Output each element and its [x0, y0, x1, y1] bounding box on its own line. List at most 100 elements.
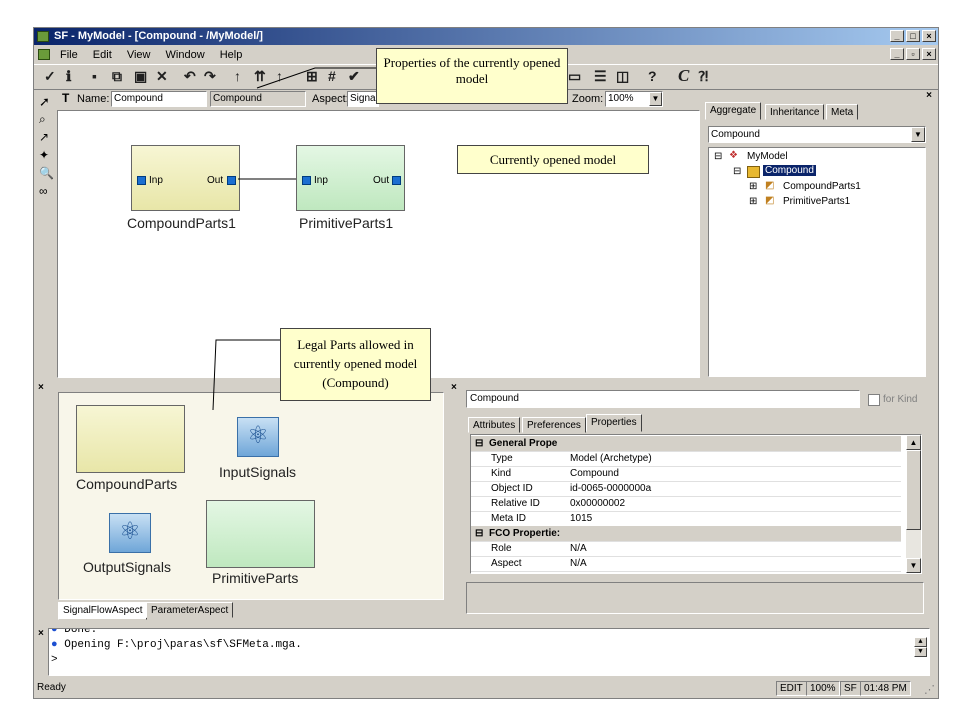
- resize-grip-icon[interactable]: ⋰: [924, 680, 935, 700]
- input-port-icon[interactable]: [302, 176, 311, 185]
- tab-aggregate[interactable]: Aggregate: [705, 102, 762, 120]
- inspector-name-field[interactable]: Compound: [466, 390, 860, 408]
- undo-icon[interactable]: ↶: [184, 68, 196, 85]
- doc-close-button[interactable]: ×: [922, 48, 936, 60]
- property-key: Role: [491, 543, 512, 554]
- close-icon[interactable]: ×: [38, 382, 44, 393]
- tab-meta[interactable]: Meta: [826, 104, 859, 120]
- menu-window[interactable]: Window: [166, 49, 205, 61]
- spin-up-icon[interactable]: ▲: [914, 637, 927, 647]
- browser-panel: × Aggregate Inheritance Meta Compound ▼ …: [702, 90, 936, 380]
- aspect-select[interactable]: Signa: [347, 91, 379, 107]
- property-row[interactable]: Type Model (Archetype): [471, 451, 901, 467]
- kind-field: Compound: [210, 91, 306, 107]
- name-input[interactable]: Compound: [111, 91, 207, 107]
- connect-icon[interactable]: ↗: [39, 130, 49, 144]
- tree-expander-icon[interactable]: ⊟: [714, 151, 722, 162]
- callout-leader-properties: [256, 67, 377, 89]
- model-box-primitiveparts1[interactable]: Inp Out: [296, 145, 405, 211]
- property-row[interactable]: Object ID id-0065-0000000a: [471, 481, 901, 497]
- tree-item-primitiveparts1[interactable]: PrimitiveParts1: [783, 196, 850, 207]
- input-port-icon[interactable]: [137, 176, 146, 185]
- for-kind-checkbox[interactable]: [868, 394, 880, 406]
- chevron-down-icon[interactable]: ▼: [911, 127, 925, 142]
- console-prompt[interactable]: >: [51, 654, 58, 666]
- maximize-button[interactable]: □: [906, 30, 920, 42]
- property-key: Relative ID: [491, 498, 540, 509]
- property-row[interactable]: Meta ID 1015: [471, 511, 901, 527]
- c-icon[interactable]: C: [678, 66, 689, 86]
- layout-icon[interactable]: ▭: [568, 68, 581, 85]
- property-row[interactable]: Relative ID 0x00000002: [471, 496, 901, 512]
- help-icon[interactable]: ?: [648, 68, 657, 84]
- menu-view[interactable]: View: [127, 49, 151, 61]
- pointer-icon[interactable]: ➚: [39, 94, 50, 110]
- visualize-icon[interactable]: ∞: [39, 184, 48, 198]
- tab-signalflowaspect[interactable]: SignalFlowAspect: [58, 602, 148, 620]
- set-mode-icon[interactable]: ✦: [39, 148, 49, 162]
- part-primitiveparts[interactable]: [206, 500, 315, 568]
- property-key: Aspect: [491, 558, 522, 569]
- zoom-icon[interactable]: 🔍: [39, 166, 54, 180]
- redo-icon[interactable]: ↷: [204, 68, 216, 85]
- tab-parameteraspect[interactable]: ParameterAspect: [146, 602, 234, 618]
- close-button[interactable]: ×: [922, 30, 936, 42]
- minimize-button[interactable]: _: [890, 30, 904, 42]
- zoom-select[interactable]: 100% ▼: [605, 91, 663, 107]
- scroll-down-icon[interactable]: ▼: [906, 558, 921, 573]
- doc-minimize-button[interactable]: _: [890, 48, 904, 60]
- close-icon[interactable]: ×: [38, 628, 44, 639]
- tile-v-icon[interactable]: ◫: [616, 68, 629, 85]
- title-bar[interactable]: SF - MyModel - [Compound - /MyModel/] _ …: [34, 28, 938, 45]
- output-port-icon[interactable]: [227, 176, 236, 185]
- save-icon[interactable]: ▪: [92, 68, 97, 84]
- tree-item-compound[interactable]: Compound: [763, 165, 816, 176]
- browser-combo[interactable]: Compound ▼: [708, 126, 926, 143]
- tile-h-icon[interactable]: ☰: [594, 68, 607, 85]
- chevron-down-icon[interactable]: ▼: [649, 92, 662, 106]
- collapse-icon[interactable]: ⊟: [475, 436, 483, 451]
- console-output[interactable]: ● Done. ● Opening F:\proj\paras\sf\SFMet…: [48, 628, 930, 676]
- property-group-header[interactable]: ⊟ FCO Propertie:: [471, 526, 901, 542]
- browser-tree[interactable]: ⊟ ❖ MyModel ⊟ Compound ⊞ ◩ CompoundParts…: [708, 147, 926, 377]
- tab-preferences[interactable]: Preferences: [522, 417, 586, 433]
- copy-icon[interactable]: ⧉: [112, 68, 122, 85]
- menu-edit[interactable]: Edit: [93, 49, 112, 61]
- tree-item-mymodel[interactable]: MyModel: [747, 151, 788, 162]
- doc-restore-button[interactable]: ▫: [906, 48, 920, 60]
- collapse-icon[interactable]: ⊟: [475, 526, 483, 541]
- property-row[interactable]: Kind Compound: [471, 466, 901, 482]
- for-kind-label: for Kind: [883, 394, 918, 405]
- output-port-icon[interactable]: [392, 176, 401, 185]
- property-row[interactable]: Aspect N/A: [471, 556, 901, 572]
- property-grid[interactable]: ⊟ General Prope Type Model (Archetype) Ki…: [470, 434, 922, 574]
- menu-file[interactable]: File: [60, 49, 78, 61]
- delete-icon[interactable]: ✕: [156, 68, 168, 85]
- tree-expander-icon[interactable]: ⊞: [749, 181, 757, 192]
- zoom-select-icon[interactable]: ⌕: [39, 112, 46, 127]
- context-help-icon[interactable]: ⁈: [698, 68, 708, 85]
- model-box-compoundparts1[interactable]: Inp Out: [131, 145, 240, 211]
- property-scrollbar[interactable]: ▲ ▼: [906, 435, 921, 573]
- property-row[interactable]: Role N/A: [471, 541, 901, 557]
- paste-icon[interactable]: ▣: [134, 68, 147, 85]
- close-icon[interactable]: ×: [926, 90, 932, 101]
- scroll-thumb[interactable]: [906, 450, 921, 530]
- tree-item-compoundparts1[interactable]: CompoundParts1: [783, 181, 861, 192]
- check-icon[interactable]: ✓: [44, 68, 56, 85]
- tree-expander-icon[interactable]: ⊞: [749, 196, 757, 207]
- scroll-up-icon[interactable]: ▲: [906, 435, 921, 450]
- info-icon[interactable]: ℹ: [66, 68, 71, 85]
- menu-help[interactable]: Help: [220, 49, 243, 61]
- property-group-header[interactable]: ⊟ General Prope: [471, 436, 901, 452]
- tab-attributes[interactable]: Attributes: [468, 417, 521, 433]
- part-compoundparts[interactable]: [76, 405, 185, 473]
- atom-icon[interactable]: ⚛: [237, 417, 279, 457]
- spin-down-icon[interactable]: ▼: [914, 647, 927, 657]
- tab-inheritance[interactable]: Inheritance: [765, 104, 825, 120]
- up-icon[interactable]: ↑: [234, 68, 241, 84]
- tree-expander-icon[interactable]: ⊟: [733, 166, 741, 177]
- tab-properties[interactable]: Properties: [586, 414, 642, 432]
- close-icon[interactable]: ×: [451, 382, 457, 393]
- atom-icon[interactable]: ⚛: [109, 513, 151, 553]
